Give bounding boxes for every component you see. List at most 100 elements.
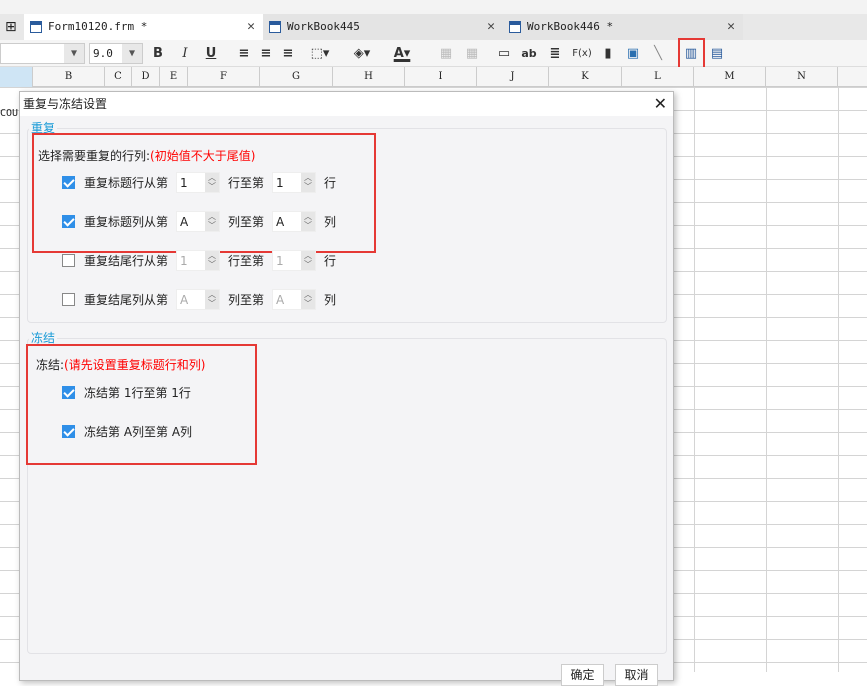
stepper-value: 1 [276, 175, 284, 190]
merge-icon[interactable]: ▦ [436, 44, 456, 63]
repeat-title-column-checkbox[interactable] [62, 214, 75, 228]
close-icon[interactable]: ✕ [487, 14, 495, 40]
ok-button[interactable]: 确定 [561, 664, 604, 686]
freeze-columns: 冻结第 A列至第 A列 [62, 420, 192, 442]
font-size-value: 9.0 [93, 47, 113, 60]
stepper-value: 1 [276, 253, 284, 268]
stepper-arrows-icon[interactable]: ︿ ﹀ [301, 289, 316, 309]
border-icon[interactable]: ⬚▾ [310, 44, 330, 63]
to-stepper[interactable]: A ︿ ﹀ [272, 210, 317, 232]
tab-label: WorkBook445 [287, 20, 360, 33]
repeat-hint: 选择需要重复的行列:(初始值不大于尾值) [38, 147, 255, 164]
repeat-footer-row: 重复结尾行从第 1 ︿ ﹀ 行至第 1 ︿ ﹀ 行 [62, 249, 336, 271]
stepper-arrows-icon[interactable]: ︿ ﹀ [301, 172, 316, 192]
chart-icon[interactable]: ▮ [598, 44, 618, 63]
close-icon[interactable]: ✕ [247, 14, 255, 40]
repeat-footer-column-checkbox[interactable] [62, 292, 75, 306]
image-icon[interactable]: ▣ [623, 44, 643, 63]
column-header-cell[interactable]: J [477, 67, 549, 87]
grid-line [694, 87, 695, 672]
align-right-icon[interactable]: ≡ [278, 44, 298, 63]
stepper-value: A [180, 214, 189, 229]
workbook-icon [509, 21, 521, 33]
hint-label: 选择需要重复的行列: [38, 149, 151, 163]
fill-color-icon[interactable]: ◈▾ [352, 44, 372, 63]
close-icon[interactable]: ✕ [654, 92, 667, 116]
column-header-cell[interactable]: I [405, 67, 477, 87]
stepper-arrows-icon[interactable]: ︿ ﹀ [301, 250, 316, 270]
workbook-icon [269, 21, 281, 33]
grid-line [766, 87, 767, 672]
grid-line [838, 87, 839, 672]
italic-button[interactable]: I [175, 44, 195, 63]
cell-text: COU [0, 108, 19, 119]
stepper-value: A [276, 292, 285, 307]
column-a[interactable] [0, 67, 33, 87]
to-stepper[interactable]: 1 ︿ ﹀ [272, 249, 317, 271]
bold-button[interactable]: B [148, 44, 168, 63]
stepper-arrows-icon[interactable]: ︿ ﹀ [205, 289, 220, 309]
stepper-arrows-icon[interactable]: ︿ ﹀ [205, 172, 220, 192]
new-grid-icon[interactable]: ⊞ [5, 19, 17, 35]
stepper-arrows-icon[interactable]: ︿ ﹀ [301, 211, 316, 231]
close-icon[interactable]: ✕ [727, 14, 735, 40]
stepper-value: 1 [180, 253, 188, 268]
to-stepper[interactable]: A ︿ ﹀ [272, 288, 317, 310]
stepper-arrows-icon[interactable]: ︿ ﹀ [205, 250, 220, 270]
row-label: 行 [324, 175, 337, 190]
from-stepper[interactable]: 1 ︿ ﹀ [176, 171, 221, 193]
repeat-title-row-checkbox[interactable] [62, 175, 75, 189]
column-header-cell[interactable]: N [766, 67, 838, 87]
hint-note: (初始值不大于尾值) [150, 149, 256, 163]
tab-workbook445[interactable]: WorkBook445 ✕ [263, 14, 503, 40]
from-stepper[interactable]: A ︿ ﹀ [176, 288, 221, 310]
column-header-cell[interactable]: L [622, 67, 694, 87]
stepper-arrows-icon[interactable]: ︿ ﹀ [205, 211, 220, 231]
freeze-rows-checkbox[interactable] [62, 385, 75, 399]
column-header-cell[interactable]: C [105, 67, 132, 87]
align-left-icon[interactable]: ≡ [234, 44, 254, 63]
repeat-footer-row-checkbox[interactable] [62, 253, 75, 267]
tab-workbook446[interactable]: WorkBook446 * ✕ [503, 14, 743, 40]
tab-bar: ⊞ Form10120.frm * ✕ WorkBook445 ✕ WorkBook… [0, 14, 867, 40]
text-label-icon[interactable]: ab [519, 44, 539, 63]
column-header-cell[interactable]: H [333, 67, 405, 87]
tab-form10120[interactable]: Form10120.frm * ✕ [24, 14, 263, 40]
from-stepper[interactable]: A ︿ ﹀ [176, 210, 221, 232]
repeat-footer-column: 重复结尾列从第 A ︿ ﹀ 列至第 A ︿ ﹀ 列 [62, 288, 336, 310]
textbox-icon[interactable]: ▭ [494, 44, 514, 63]
slash-icon[interactable]: ╲ [648, 44, 668, 63]
list-icon[interactable]: ≣ [545, 44, 565, 63]
align-center-icon[interactable]: ≡ [256, 44, 276, 63]
column-header-cell[interactable]: E [160, 67, 188, 87]
row-label: 行至第 [228, 253, 265, 268]
underline-button[interactable]: U [201, 44, 221, 63]
column-header-cell[interactable]: F [188, 67, 260, 87]
column-header-cell[interactable]: D [132, 67, 160, 87]
cancel-button[interactable]: 取消 [615, 664, 658, 686]
hint-label: 冻结: [36, 358, 65, 372]
column-header-cell[interactable]: G [260, 67, 333, 87]
font-color-icon[interactable]: A▾ [392, 44, 412, 63]
row-label: 重复标题列从第 [84, 214, 169, 229]
from-stepper[interactable]: 1 ︿ ﹀ [176, 249, 221, 271]
column-header-cell[interactable]: B [33, 67, 105, 87]
chevron-down-icon: ▼ [122, 44, 142, 63]
tab-label: WorkBook446 * [527, 20, 614, 33]
repeat-title-row: 重复标题行从第 1 ︿ ﹀ 行至第 1 ︿ ﹀ 行 [62, 171, 336, 193]
row-label: 行至第 [228, 175, 265, 190]
column-header-cell[interactable]: M [694, 67, 766, 87]
column-header-cell[interactable]: K [549, 67, 622, 87]
font-name-select[interactable]: ▼ [0, 43, 85, 64]
split-icon[interactable]: ▦ [462, 44, 482, 63]
dialog-title-bar: 重复与冻结设置 ✕ [20, 92, 673, 116]
page-layout-icon[interactable]: ▤ [707, 44, 727, 63]
row-label: 列 [324, 292, 337, 307]
form-icon [30, 21, 42, 33]
row-label: 重复结尾列从第 [84, 292, 169, 307]
font-size-select[interactable]: 9.0 ▼ [89, 43, 143, 64]
to-stepper[interactable]: 1 ︿ ﹀ [272, 171, 317, 193]
formula-icon[interactable]: F(x) [570, 44, 594, 63]
freeze-columns-checkbox[interactable] [62, 424, 75, 438]
stepper-value: A [276, 214, 285, 229]
